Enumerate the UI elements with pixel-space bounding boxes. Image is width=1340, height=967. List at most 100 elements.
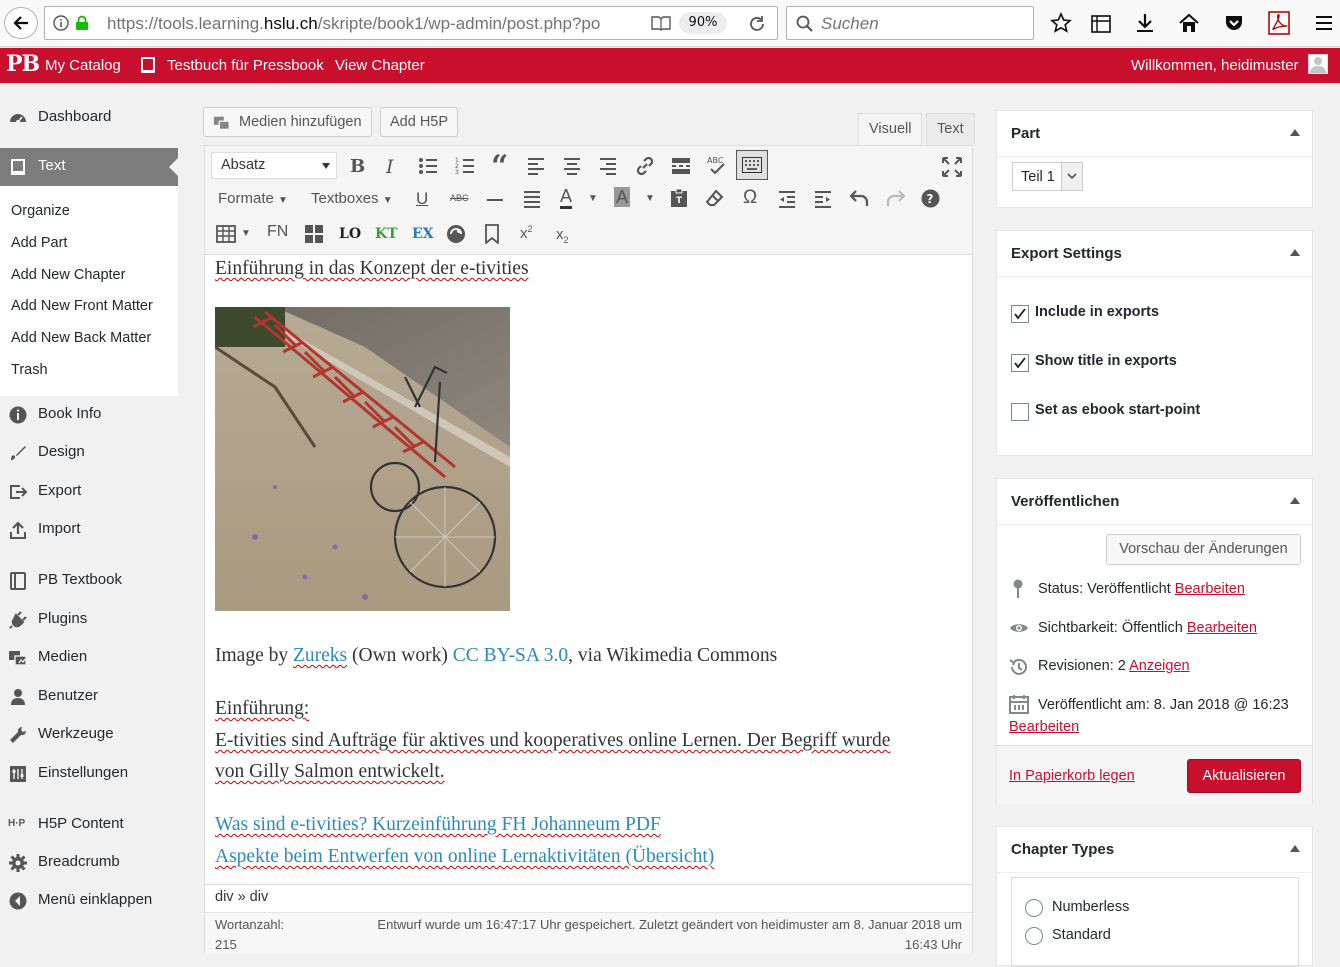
intro-paragraph-line1[interactable]: E-tivities sind Aufträge für aktives und… [215,730,890,752]
undo-icon[interactable] [850,189,870,207]
indent-icon[interactable] [814,190,832,208]
library-icon[interactable] [1090,12,1112,34]
view-chapter-link[interactable]: View Chapter [335,57,425,74]
info-icon[interactable] [53,15,69,31]
update-button[interactable]: Aktualisieren [1187,759,1301,793]
add-h5p-button[interactable]: Add H5P [380,107,459,137]
sidebar-item-design[interactable]: Design [0,434,178,472]
glossary-icon[interactable] [446,224,466,244]
part-select[interactable]: Teil 1 [1012,162,1083,191]
submenu-item-trash[interactable]: Trash [11,362,48,378]
chevron-down-icon[interactable]: ▼ [241,228,251,239]
special-character-icon[interactable]: Ω [743,187,757,209]
pressbooks-logo[interactable]: PB [6,51,40,77]
submenu-item-add-chapter[interactable]: Add New Chapter [11,267,125,283]
read-more-icon[interactable] [671,157,691,175]
search-input[interactable]: Suchen [786,6,1034,40]
welcome-user[interactable]: Willkommen, heidimuster [1131,57,1299,74]
include-in-exports-checkbox[interactable] [1011,305,1029,323]
link-icon[interactable] [635,156,655,176]
hamburger-menu-icon[interactable] [1314,13,1334,33]
underline-icon[interactable]: U [416,189,428,209]
sidebar-item-medien[interactable]: Medien [0,639,178,677]
blockquote-icon[interactable]: “ [491,149,508,184]
submenu-item-add-part[interactable]: Add Part [11,235,67,251]
book-title-link[interactable]: Testbuch für Pressbook [167,57,324,74]
italic-icon[interactable]: I [386,156,394,178]
standard-radio[interactable] [1025,927,1043,945]
paste-text-icon[interactable]: T [670,188,688,208]
clear-formatting-icon[interactable] [706,189,724,207]
author-link[interactable]: Zureks [293,645,347,666]
show-title-checkbox[interactable] [1011,354,1029,372]
chapter-types-header[interactable]: Chapter Types [997,827,1312,873]
pocket-icon[interactable] [1223,12,1245,34]
sidebar-item-text[interactable]: Text [0,148,178,186]
avatar[interactable] [1308,54,1328,74]
edit-visibility-link[interactable]: Bearbeiten [1187,620,1257,636]
ebook-start-point-checkbox[interactable] [1011,403,1029,421]
link-etivities-pdf[interactable]: Was sind e-tivities? Kurzeinführung FH J… [215,814,661,836]
preview-changes-button[interactable]: Vorschau der Änderungen [1106,534,1301,565]
download-icon[interactable] [1134,12,1156,34]
sidebar-item-benutzer[interactable]: Benutzer [0,678,178,716]
formats-dropdown[interactable]: Formate ▼ [218,190,288,207]
reload-icon[interactable] [748,15,766,33]
tab-visual[interactable]: Visuell [858,113,923,145]
numberless-label[interactable]: Numberless [1052,899,1129,915]
key-takeaways-button[interactable]: KT [375,226,398,242]
sidebar-item-werkzeuge[interactable]: Werkzeuge [0,716,178,754]
move-to-trash-link[interactable]: In Papierkorb legen [1009,768,1135,784]
redo-icon[interactable] [885,189,905,207]
pdf-addon-icon[interactable] [1268,11,1290,35]
bookmark-star-icon[interactable] [1050,12,1072,34]
sidebar-item-h5p[interactable]: H·P H5P Content [0,806,178,844]
tab-text[interactable]: Text [926,113,975,145]
submenu-item-add-back-matter[interactable]: Add New Back Matter [11,330,151,346]
sidebar-item-plugins[interactable]: Plugins [0,601,178,639]
reader-view-icon[interactable] [651,15,671,31]
submenu-item-add-front-matter[interactable]: Add New Front Matter [11,298,153,314]
textboxes-dropdown[interactable]: Textboxes ▼ [311,190,393,207]
sidebar-item-export[interactable]: Export [0,473,178,511]
strikethrough-icon[interactable]: ABC [450,193,469,203]
spellcheck-icon[interactable]: ABC [706,154,728,176]
edit-date-link[interactable]: Bearbeiten [1009,719,1079,735]
footnote-button[interactable]: FN [267,223,288,241]
sidebar-item-einstellungen[interactable]: Einstellungen [0,755,178,793]
export-settings-header[interactable]: Export Settings [997,231,1312,277]
horizontal-line-icon[interactable] [487,198,503,202]
back-button[interactable] [4,7,38,39]
intro-paragraph-line2[interactable]: von Gilly Salmon entwickelt. [215,761,445,783]
show-title-label[interactable]: Show title in exports [1035,353,1177,369]
superscript-icon[interactable]: x2 [520,224,533,242]
subscript-icon[interactable]: x2 [556,226,569,245]
show-revisions-link[interactable]: Anzeigen [1129,658,1189,674]
sidebar-item-pb-textbook[interactable]: PB Textbook [0,562,178,600]
sidebar-item-book-info[interactable]: Book Info [0,396,178,434]
chevron-down-icon[interactable]: ▼ [645,193,655,204]
align-right-icon[interactable] [599,157,617,175]
chevron-down-icon[interactable]: ▼ [588,193,598,204]
align-center-icon[interactable] [563,157,581,175]
numberless-radio[interactable] [1025,899,1043,917]
bicycle-image[interactable] [215,307,510,611]
bold-icon[interactable]: B [350,156,365,177]
part-box-header[interactable]: Part [997,111,1312,157]
submenu-item-organize[interactable]: Organize [11,203,70,219]
standard-label[interactable]: Standard [1052,927,1111,943]
license-link[interactable]: CC BY-SA 3.0 [453,645,568,666]
include-in-exports-label[interactable]: Include in exports [1035,304,1159,320]
link-aspects-overview[interactable]: Aspekte beim Entwerfen von online Lernak… [215,846,714,868]
align-left-icon[interactable] [527,157,545,175]
grid-icon[interactable] [305,225,323,243]
sidebar-item-dashboard[interactable]: Dashboard [0,99,178,137]
chapter-heading-line[interactable]: Einführung in das Konzept der e-tivities [215,258,529,280]
numbered-list-icon[interactable]: 123 [455,157,475,175]
format-select[interactable]: Absatz [211,152,337,179]
help-icon[interactable]: ? [921,189,940,208]
zoom-indicator[interactable]: 90% [679,12,727,34]
outdent-icon[interactable] [778,190,796,208]
learning-objectives-button[interactable]: LO [339,226,361,242]
edit-status-link[interactable]: Bearbeiten [1175,581,1245,597]
